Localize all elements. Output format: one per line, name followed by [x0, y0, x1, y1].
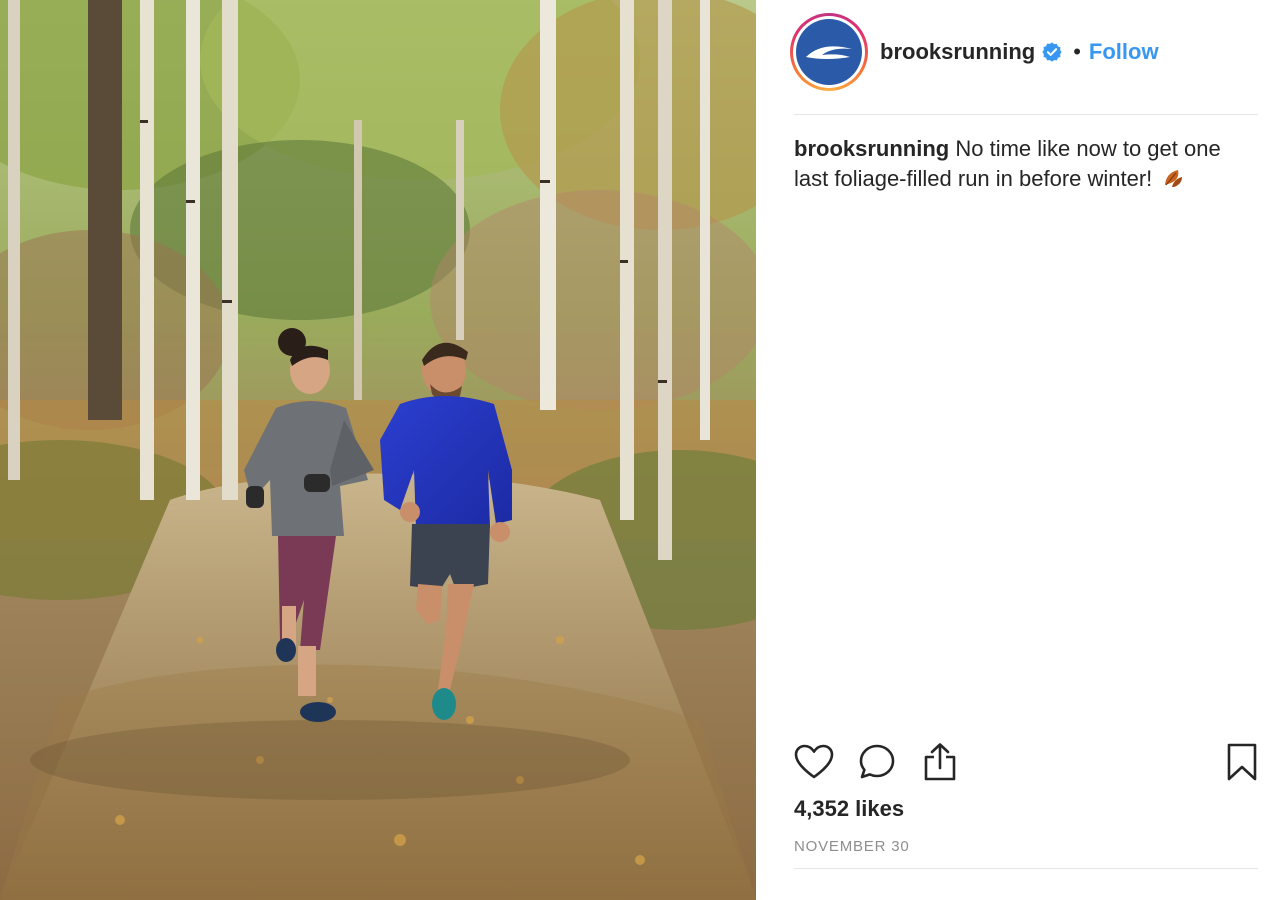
post-photo[interactable] [0, 0, 756, 900]
post-header: brooksrunning • Follow [790, 12, 1159, 92]
header-divider [794, 114, 1258, 115]
post-actions [794, 740, 1258, 784]
post-caption: brooksrunning No time like now to get on… [794, 134, 1254, 197]
bookmark-icon [1227, 743, 1257, 781]
caption-username-link[interactable]: brooksrunning [794, 136, 949, 161]
username-link[interactable]: brooksrunning [880, 39, 1035, 65]
fallen-leaf-icon [1162, 167, 1184, 197]
forest-run-photo [0, 0, 756, 900]
brooks-logo-icon [806, 46, 852, 59]
share-icon [924, 743, 956, 781]
header-separator: • [1073, 39, 1081, 64]
verified-badge-icon [1041, 41, 1063, 63]
comment-button[interactable] [858, 740, 902, 784]
save-button[interactable] [1214, 740, 1258, 784]
footer-divider [794, 868, 1258, 869]
comment-bubble-icon [859, 744, 895, 779]
post-date[interactable]: NOVEMBER 30 [794, 838, 910, 855]
avatar-story-ring[interactable] [790, 13, 868, 91]
follow-button[interactable]: Follow [1089, 39, 1159, 65]
likes-count[interactable]: 4,352 likes [794, 796, 904, 822]
like-button[interactable] [794, 740, 838, 784]
share-button[interactable] [922, 740, 966, 784]
post-side-panel: brooksrunning • Follow brooksrunning No … [756, 0, 1280, 900]
heart-icon [794, 744, 834, 779]
avatar [796, 19, 862, 85]
